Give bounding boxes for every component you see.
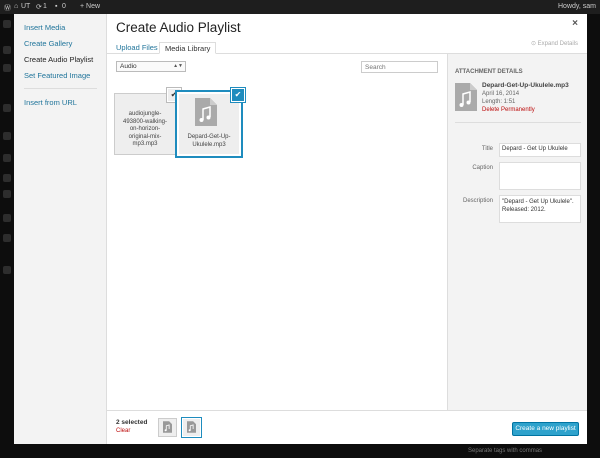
media-menu: Insert Media Create Gallery Create Audio… <box>14 14 107 444</box>
attachment-filename: Depard-Get-Up- Ukulele.mp3 <box>187 134 231 148</box>
menu-item-set-featured-image[interactable]: Set Featured Image <box>24 71 90 80</box>
attachment-item[interactable]: audiojungle- 493800-walking- on-horizon-… <box>115 89 180 154</box>
audio-file-icon <box>187 421 196 433</box>
menu-item-create-gallery[interactable]: Create Gallery <box>24 39 72 48</box>
menu-item-create-audio-playlist[interactable]: Create Audio Playlist <box>24 55 93 64</box>
filter-value: Audio <box>120 63 137 70</box>
home-icon[interactable]: ⌂ <box>14 3 18 10</box>
audio-file-icon <box>163 421 172 433</box>
selection-thumbnail-active[interactable] <box>183 419 200 436</box>
check-icon[interactable]: ✔ <box>232 89 244 101</box>
selection-count: 2 selected <box>116 419 148 426</box>
expand-details-label: Expand Details <box>537 41 578 47</box>
details-filename: Depard-Get-Up-Ukulele.mp3 <box>482 82 569 89</box>
updates-icon[interactable]: ⟳ <box>36 3 42 11</box>
details-length: Length: 1:51 <box>482 99 516 105</box>
menu-item-insert-from-url[interactable]: Insert from URL <box>24 98 77 107</box>
media-modal: Insert Media Create Gallery Create Audio… <box>14 14 587 444</box>
search-input[interactable] <box>361 61 438 73</box>
description-label: Description <box>462 198 493 204</box>
menu-separator <box>24 88 97 89</box>
expand-details-icon: ⊙ <box>530 41 538 47</box>
admin-bar: Ⓦ ⌂ UT ⟳ 1 ▪ 0 + New Howdy, sam <box>0 0 600 14</box>
close-icon[interactable]: × <box>572 18 578 29</box>
details-divider <box>455 122 581 123</box>
site-name-link[interactable]: UT <box>21 3 30 10</box>
tags-hint: Separate tags with commas <box>468 448 543 454</box>
audio-file-icon <box>195 98 217 126</box>
title-label: Title <box>481 146 493 152</box>
updates-count[interactable]: 1 <box>43 3 47 10</box>
attachment-item-selected[interactable]: Depard-Get-Up- Ukulele.mp3 ✔ <box>179 89 244 154</box>
delete-permanently-link[interactable]: Delete Permanently <box>482 107 535 113</box>
attachment-details-heading: ATTACHMENT DETAILS <box>455 69 523 75</box>
tab-media-library[interactable]: Media Library <box>159 42 217 54</box>
title-field[interactable]: Depard - Get Up Ukulele <box>499 143 581 157</box>
media-type-filter[interactable]: Audio ▲▼ <box>116 61 186 72</box>
new-content-link[interactable]: + New <box>80 3 100 10</box>
caption-label: Caption <box>472 165 493 171</box>
media-toolbar: 2 selected Clear Create a new playlist <box>107 410 587 444</box>
tab-upload-files[interactable]: Upload Files <box>111 42 163 54</box>
create-new-playlist-button[interactable]: Create a new playlist <box>512 422 579 436</box>
frame-title: Create Audio Playlist <box>116 20 241 35</box>
comments-icon[interactable]: ▪ <box>55 3 57 10</box>
attachments-browser: Audio ▲▼ audiojungle- 493800-walking- on… <box>107 54 447 410</box>
menu-item-insert-media[interactable]: Insert Media <box>24 23 65 32</box>
howdy-user[interactable]: Howdy, sam <box>558 3 596 10</box>
description-field[interactable]: "Depard - Get Up Ukulele". Released: 201… <box>499 195 581 223</box>
select-arrows-icon: ▲▼ <box>173 63 183 69</box>
selection-thumbnail[interactable] <box>159 419 176 436</box>
audio-file-icon <box>455 83 477 111</box>
attachment-details-sidebar: ATTACHMENT DETAILS Depard-Get-Up-Ukulele… <box>447 54 587 410</box>
wordpress-logo-icon[interactable]: Ⓦ <box>4 3 11 13</box>
comments-count[interactable]: 0 <box>62 3 66 10</box>
media-frame-content: Create Audio Playlist × ⊙ Expand Details… <box>107 14 587 444</box>
caption-field[interactable] <box>499 162 581 190</box>
attachment-filename: audiojungle- 493800-walking- on-horizon-… <box>122 111 168 147</box>
clear-selection-link[interactable]: Clear <box>116 428 130 434</box>
details-date: April 16, 2014 <box>482 91 520 97</box>
expand-details-link[interactable]: ⊙ Expand Details <box>531 40 578 47</box>
